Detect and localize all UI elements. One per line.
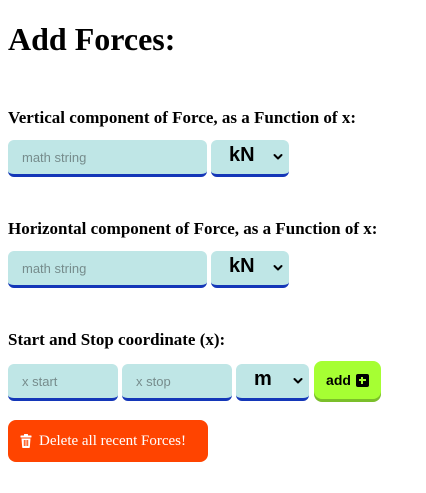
trash-icon: [20, 434, 32, 448]
plus-square-icon: [355, 373, 369, 387]
range-unit-select[interactable]: m: [236, 364, 309, 401]
delete-all-forces-button[interactable]: Delete all recent Forces!: [8, 420, 208, 462]
chevron-down-icon: [273, 154, 283, 160]
add-force-button[interactable]: add: [314, 361, 381, 399]
add-button-label: add: [326, 372, 351, 388]
range-label: Start and Stop coordinate (x):: [8, 330, 226, 349]
chevron-down-icon: [273, 265, 283, 271]
vertical-unit-select[interactable]: kN: [211, 140, 289, 177]
x-start-input[interactable]: x start: [8, 364, 118, 401]
x-stop-input[interactable]: x stop: [122, 364, 232, 401]
horizontal-force-label: Horizontal component of Force, as a Func…: [8, 219, 378, 238]
horizontal-unit-select[interactable]: kN: [211, 251, 289, 288]
delete-button-label: Delete all recent Forces!: [39, 432, 187, 449]
x-stop-placeholder: x stop: [136, 373, 171, 389]
x-start-placeholder: x start: [22, 373, 58, 389]
horizontal-unit-value: kN: [229, 255, 255, 277]
horizontal-force-input[interactable]: math string: [8, 251, 207, 288]
vertical-unit-value: kN: [229, 144, 255, 166]
horizontal-force-placeholder: math string: [22, 260, 87, 276]
vertical-force-placeholder: math string: [22, 149, 87, 165]
range-unit-value: m: [254, 368, 272, 390]
chevron-down-icon: [293, 378, 303, 384]
page-title: Add Forces:: [8, 21, 176, 57]
vertical-force-label: Vertical component of Force, as a Functi…: [8, 108, 356, 127]
vertical-force-input[interactable]: math string: [8, 140, 207, 177]
